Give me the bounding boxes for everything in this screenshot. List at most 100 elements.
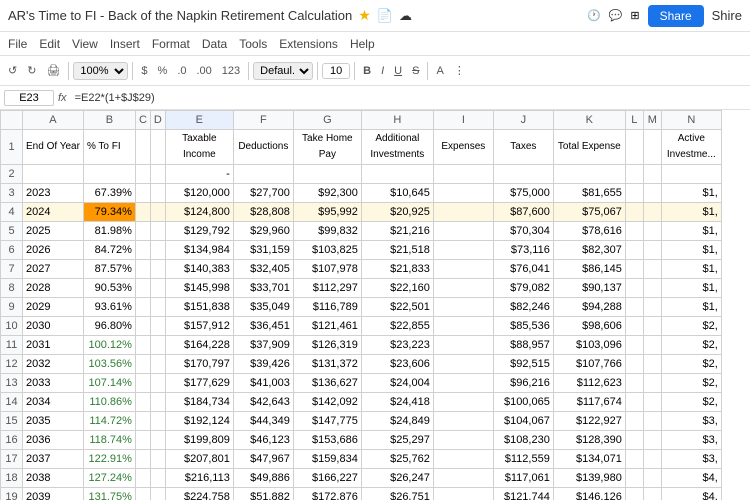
table-cell[interactable] xyxy=(150,355,165,374)
table-cell[interactable] xyxy=(135,488,150,500)
table-cell[interactable]: 2035 xyxy=(23,412,84,431)
table-cell[interactable] xyxy=(643,374,661,393)
taxable-income-cell[interactable]: $129,792 xyxy=(165,222,233,241)
table-cell[interactable]: $3, xyxy=(661,450,721,469)
table-cell[interactable] xyxy=(150,184,165,203)
table-cell[interactable]: $82,246 xyxy=(493,298,553,317)
cell-k1[interactable]: Total Expense xyxy=(553,130,625,165)
cell-i1[interactable]: Expenses xyxy=(433,130,493,165)
table-cell[interactable] xyxy=(135,317,150,336)
table-cell[interactable] xyxy=(135,222,150,241)
table-cell[interactable]: 6 xyxy=(1,241,23,260)
zoom-select[interactable]: 100% xyxy=(73,62,128,80)
menu-tools[interactable]: Tools xyxy=(239,37,267,51)
print-button[interactable]: 🖨 xyxy=(42,62,64,79)
table-cell[interactable]: 13 xyxy=(1,374,23,393)
table-cell[interactable]: $103,825 xyxy=(293,241,361,260)
table-cell[interactable]: $2, xyxy=(661,336,721,355)
table-cell[interactable] xyxy=(135,450,150,469)
taxable-income-cell[interactable]: $124,800 xyxy=(165,203,233,222)
table-cell[interactable]: $1, xyxy=(661,260,721,279)
table-cell[interactable] xyxy=(433,431,493,450)
pct-fi-cell[interactable]: 84.72% xyxy=(83,241,135,260)
cell-n1[interactable]: ActiveInvestme... xyxy=(661,130,721,165)
taxable-income-cell[interactable]: $157,912 xyxy=(165,317,233,336)
table-cell[interactable]: 17 xyxy=(1,450,23,469)
table-cell[interactable] xyxy=(135,355,150,374)
table-cell[interactable] xyxy=(135,393,150,412)
table-cell[interactable] xyxy=(625,279,643,298)
table-cell[interactable]: $46,123 xyxy=(233,431,293,450)
table-cell[interactable]: $131,372 xyxy=(293,355,361,374)
taxable-income-cell[interactable]: $140,383 xyxy=(165,260,233,279)
cell-m1[interactable] xyxy=(643,130,661,165)
table-cell[interactable]: $2, xyxy=(661,374,721,393)
table-cell[interactable]: $10,645 xyxy=(361,184,433,203)
table-cell[interactable] xyxy=(493,165,553,184)
table-cell[interactable]: $126,319 xyxy=(293,336,361,355)
table-cell[interactable] xyxy=(625,203,643,222)
taxable-income-cell[interactable]: $170,797 xyxy=(165,355,233,374)
pct-fi-cell[interactable]: 118.74% xyxy=(83,431,135,450)
table-cell[interactable] xyxy=(625,298,643,317)
grid-icon[interactable]: ⊞ xyxy=(630,9,639,22)
table-cell[interactable]: $29,960 xyxy=(233,222,293,241)
table-cell[interactable]: $21,833 xyxy=(361,260,433,279)
taxable-income-cell[interactable]: $184,734 xyxy=(165,393,233,412)
col-header-l[interactable]: L xyxy=(625,111,643,130)
star-icon[interactable]: ★ xyxy=(358,7,371,24)
table-cell[interactable] xyxy=(643,298,661,317)
table-cell[interactable]: 3 xyxy=(1,184,23,203)
italic-button[interactable]: I xyxy=(377,63,388,79)
cell-f1[interactable]: Deductions xyxy=(233,130,293,165)
format2-button[interactable]: .00 xyxy=(193,63,216,79)
pct-fi-cell[interactable] xyxy=(83,165,135,184)
table-cell[interactable] xyxy=(433,336,493,355)
table-cell[interactable] xyxy=(150,222,165,241)
table-cell[interactable]: $1, xyxy=(661,298,721,317)
table-cell[interactable]: 2026 xyxy=(23,241,84,260)
table-cell[interactable] xyxy=(643,488,661,500)
cell-e1[interactable]: TaxableIncome xyxy=(165,130,233,165)
table-cell[interactable] xyxy=(135,298,150,317)
table-cell[interactable] xyxy=(135,431,150,450)
table-cell[interactable]: $147,775 xyxy=(293,412,361,431)
col-header-c[interactable]: C xyxy=(135,111,150,130)
table-cell[interactable] xyxy=(625,241,643,260)
table-cell[interactable] xyxy=(293,165,361,184)
table-cell[interactable] xyxy=(625,469,643,488)
percent-button[interactable]: % xyxy=(154,63,172,79)
table-cell[interactable]: 2023 xyxy=(23,184,84,203)
table-cell[interactable] xyxy=(433,279,493,298)
table-cell[interactable] xyxy=(135,412,150,431)
table-cell[interactable] xyxy=(643,279,661,298)
pct-fi-cell[interactable]: 100.12% xyxy=(83,336,135,355)
table-cell[interactable] xyxy=(643,336,661,355)
col-header-h[interactable]: H xyxy=(361,111,433,130)
table-cell[interactable]: $92,300 xyxy=(293,184,361,203)
table-cell[interactable]: $22,855 xyxy=(361,317,433,336)
table-cell[interactable] xyxy=(643,412,661,431)
table-cell[interactable] xyxy=(150,450,165,469)
table-cell[interactable]: 8 xyxy=(1,279,23,298)
table-cell[interactable]: $39,426 xyxy=(233,355,293,374)
table-cell[interactable]: 11 xyxy=(1,336,23,355)
table-cell[interactable]: 12 xyxy=(1,355,23,374)
table-cell[interactable]: $153,686 xyxy=(293,431,361,450)
pct-fi-cell[interactable]: 81.98% xyxy=(83,222,135,241)
table-cell[interactable] xyxy=(433,317,493,336)
table-cell[interactable]: $1, xyxy=(661,184,721,203)
table-cell[interactable]: $2, xyxy=(661,393,721,412)
cell-h1[interactable]: AdditionalInvestments xyxy=(361,130,433,165)
table-cell[interactable] xyxy=(643,203,661,222)
table-cell[interactable] xyxy=(150,336,165,355)
table-cell[interactable]: $90,137 xyxy=(553,279,625,298)
table-cell[interactable]: 7 xyxy=(1,260,23,279)
table-cell[interactable]: 5 xyxy=(1,222,23,241)
table-cell[interactable] xyxy=(135,241,150,260)
col-header-a[interactable]: A xyxy=(23,111,84,130)
table-cell[interactable]: 2034 xyxy=(23,393,84,412)
table-cell[interactable]: $96,216 xyxy=(493,374,553,393)
table-cell[interactable] xyxy=(150,431,165,450)
table-cell[interactable] xyxy=(150,260,165,279)
